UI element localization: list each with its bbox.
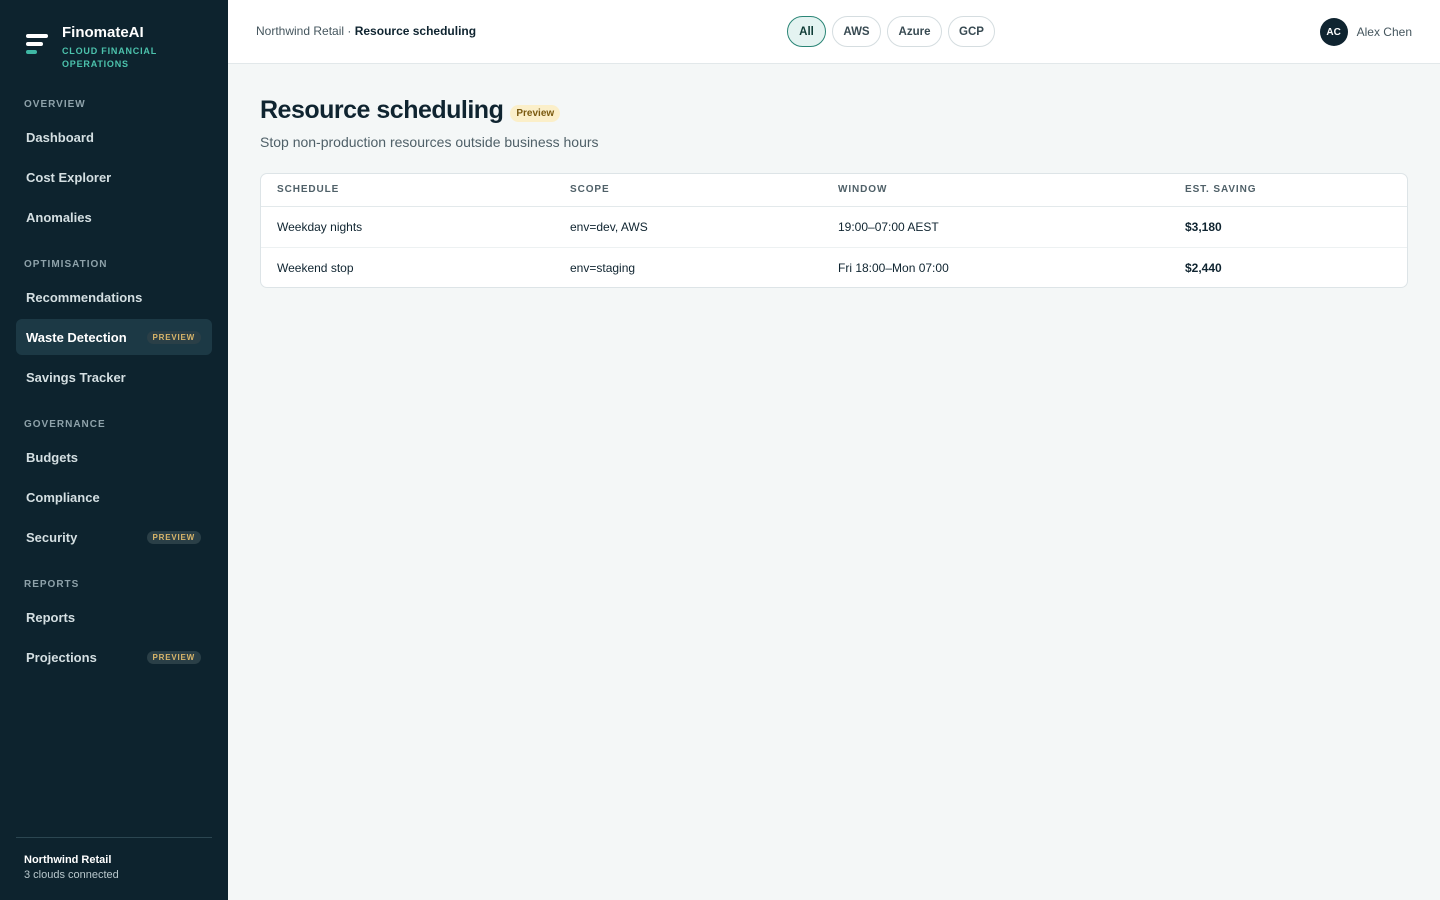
preview-badge: Preview [510, 105, 561, 122]
filter-all[interactable]: All [787, 16, 826, 47]
sidebar-item-budgets[interactable]: Budgets [16, 439, 212, 475]
logo-icon [26, 34, 50, 60]
brand-tagline: Cloud Financial Operations [62, 46, 157, 69]
column-header-window[interactable]: WINDOW [822, 174, 1169, 207]
org-name: Northwind Retail [24, 854, 112, 866]
preview-badge: PREVIEW [146, 330, 201, 344]
schedules-table-card: SCHEDULE SCOPE WINDOW EST. SAVING Weekda… [260, 173, 1408, 288]
breadcrumb-current: Resource scheduling [354, 24, 477, 38]
preview-badge: PREVIEW [146, 650, 201, 664]
sidebar-item-projections[interactable]: Projections PREVIEW [16, 639, 212, 675]
cell-window: Fri 18:00–Mon 07:00 [838, 260, 949, 275]
org-status: 3 clouds connected [24, 869, 119, 881]
page-subtitle: Stop non-production resources outside bu… [260, 134, 599, 150]
filter-gcp[interactable]: GCP [948, 16, 995, 47]
brand-name: FinomateAI [62, 24, 144, 41]
sidebar-item-security[interactable]: Security PREVIEW [16, 519, 212, 555]
column-header-est-saving[interactable]: EST. SAVING [1169, 174, 1407, 207]
cell-est-saving: $2,440 [1185, 260, 1222, 275]
sidebar-item-dashboard[interactable]: Dashboard [16, 119, 212, 155]
table-row[interactable]: Weekend stop env=staging Fri 18:00–Mon 0… [261, 247, 1407, 287]
org-footer[interactable]: Northwind Retail 3 clouds connected [16, 837, 212, 883]
schedules-table: SCHEDULE SCOPE WINDOW EST. SAVING Weekda… [261, 174, 1407, 287]
sidebar-item-label: Recommendations [26, 289, 143, 305]
sidebar: FinomateAI Cloud Financial Operations OV… [0, 0, 228, 900]
sidebar-item-cost-explorer[interactable]: Cost Explorer [16, 159, 212, 195]
breadcrumb: Northwind Retail · Resource scheduling [256, 24, 476, 38]
user-name: Alex Chen [1356, 25, 1412, 39]
avatar: AC [1319, 18, 1348, 46]
sidebar-item-label: Reports [26, 609, 76, 625]
nav-section-reports: REPORTS [24, 579, 80, 590]
cell-scope: env=dev, AWS [554, 206, 822, 248]
sidebar-item-label: Anomalies [26, 209, 92, 225]
user-menu[interactable]: AC Alex Chen [1319, 18, 1412, 46]
column-header-schedule[interactable]: SCHEDULE [261, 174, 554, 207]
preview-badge: PREVIEW [146, 530, 201, 544]
sidebar-item-label: Security [26, 529, 78, 545]
cell-schedule: Weekday nights [261, 206, 554, 248]
breadcrumb-separator: · [344, 24, 355, 38]
table-row[interactable]: Weekday nights env=dev, AWS 19:00–07:00 … [261, 206, 1407, 248]
sidebar-item-label: Dashboard [26, 129, 94, 145]
sidebar-item-label: Projections [26, 649, 97, 665]
cell-scope: env=staging [570, 260, 636, 275]
sidebar-item-label: Cost Explorer [26, 169, 112, 185]
cloud-filter: All AWS Azure GCP [787, 16, 995, 47]
brand[interactable]: FinomateAI Cloud Financial Operations [26, 24, 162, 71]
sidebar-item-label: Budgets [26, 449, 78, 465]
breadcrumb-org[interactable]: Northwind Retail [256, 24, 344, 38]
sidebar-item-recommendations[interactable]: Recommendations [16, 279, 212, 315]
column-header-scope[interactable]: SCOPE [554, 174, 822, 207]
filter-azure[interactable]: Azure [887, 16, 942, 47]
sidebar-item-compliance[interactable]: Compliance [16, 479, 212, 515]
sidebar-item-anomalies[interactable]: Anomalies [16, 199, 212, 235]
filter-aws[interactable]: AWS [832, 16, 881, 47]
sidebar-item-waste-detection[interactable]: Waste Detection PREVIEW [16, 319, 212, 355]
cell-window: 19:00–07:00 AEST [822, 206, 1169, 248]
sidebar-item-savings-tracker[interactable]: Savings Tracker [16, 359, 212, 395]
sidebar-item-label: Savings Tracker [26, 369, 126, 385]
cell-est-saving: $3,180 [1169, 206, 1407, 248]
topbar: Northwind Retail · Resource scheduling A… [228, 0, 1440, 64]
title-row: Resource scheduling Preview [260, 96, 561, 125]
sidebar-item-label: Waste Detection [26, 329, 127, 345]
page-title: Resource scheduling [260, 96, 504, 124]
nav-section-overview: OVERVIEW [24, 99, 86, 110]
table-header-row: SCHEDULE SCOPE WINDOW EST. SAVING [261, 174, 1407, 207]
cell-schedule: Weekend stop [277, 260, 354, 275]
nav-section-optimisation: OPTIMISATION [24, 259, 108, 270]
sidebar-item-reports[interactable]: Reports [16, 599, 212, 635]
sidebar-item-label: Compliance [26, 489, 100, 505]
nav-section-governance: GOVERNANCE [24, 419, 106, 430]
